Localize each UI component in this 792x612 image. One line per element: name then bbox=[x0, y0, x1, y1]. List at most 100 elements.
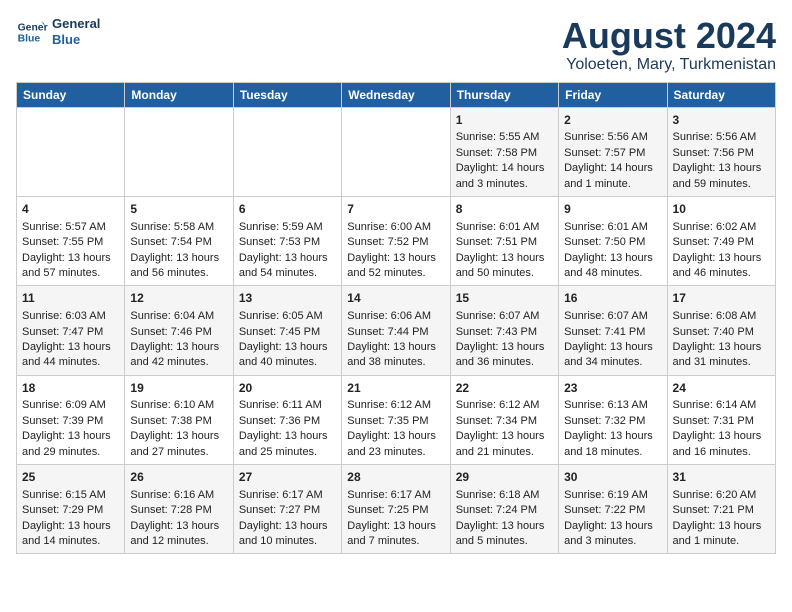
logo-text-line1: General bbox=[52, 16, 100, 32]
day-cell: 25Sunrise: 6:15 AMSunset: 7:29 PMDayligh… bbox=[17, 465, 125, 554]
day-info: Sunset: 7:50 PM bbox=[564, 235, 661, 250]
day-info: Sunset: 7:34 PM bbox=[456, 414, 553, 429]
day-info: Daylight: 13 hours bbox=[456, 519, 553, 534]
day-info: Daylight: 13 hours bbox=[130, 251, 227, 266]
day-info: Daylight: 13 hours bbox=[130, 519, 227, 534]
day-info: Sunrise: 6:13 AM bbox=[564, 398, 661, 413]
day-info: Sunrise: 6:00 AM bbox=[347, 220, 444, 235]
day-info: Daylight: 13 hours bbox=[22, 429, 119, 444]
week-row-0: 1Sunrise: 5:55 AMSunset: 7:58 PMDaylight… bbox=[17, 107, 776, 196]
day-cell: 27Sunrise: 6:17 AMSunset: 7:27 PMDayligh… bbox=[233, 465, 341, 554]
day-info: Daylight: 13 hours bbox=[673, 519, 770, 534]
day-info: and 56 minutes. bbox=[130, 266, 227, 281]
day-info: Sunset: 7:56 PM bbox=[673, 146, 770, 161]
day-number: 5 bbox=[130, 201, 227, 218]
day-info: Sunrise: 6:12 AM bbox=[347, 398, 444, 413]
day-info: Sunrise: 6:06 AM bbox=[347, 309, 444, 324]
day-cell: 22Sunrise: 6:12 AMSunset: 7:34 PMDayligh… bbox=[450, 375, 558, 464]
day-info: and 46 minutes. bbox=[673, 266, 770, 281]
day-info: Sunset: 7:49 PM bbox=[673, 235, 770, 250]
day-info: and 7 minutes. bbox=[347, 534, 444, 549]
day-info: Sunset: 7:43 PM bbox=[456, 325, 553, 340]
day-info: and 52 minutes. bbox=[347, 266, 444, 281]
day-info: and 1 minute. bbox=[564, 177, 661, 192]
day-number: 28 bbox=[347, 469, 444, 486]
day-number: 9 bbox=[564, 201, 661, 218]
day-cell: 10Sunrise: 6:02 AMSunset: 7:49 PMDayligh… bbox=[667, 196, 775, 285]
day-info: Daylight: 13 hours bbox=[456, 251, 553, 266]
day-info: Daylight: 13 hours bbox=[456, 429, 553, 444]
day-info: Sunset: 7:25 PM bbox=[347, 503, 444, 518]
col-header-sunday: Sunday bbox=[17, 82, 125, 107]
day-info: Sunset: 7:27 PM bbox=[239, 503, 336, 518]
day-info: and 1 minute. bbox=[673, 534, 770, 549]
day-info: Daylight: 13 hours bbox=[239, 340, 336, 355]
day-number: 23 bbox=[564, 380, 661, 397]
day-info: Daylight: 14 hours bbox=[456, 161, 553, 176]
day-info: Sunset: 7:32 PM bbox=[564, 414, 661, 429]
day-cell: 18Sunrise: 6:09 AMSunset: 7:39 PMDayligh… bbox=[17, 375, 125, 464]
day-info: and 54 minutes. bbox=[239, 266, 336, 281]
day-cell: 15Sunrise: 6:07 AMSunset: 7:43 PMDayligh… bbox=[450, 286, 558, 375]
day-info: Daylight: 13 hours bbox=[564, 251, 661, 266]
day-info: and 34 minutes. bbox=[564, 355, 661, 370]
day-number: 8 bbox=[456, 201, 553, 218]
day-info: and 44 minutes. bbox=[22, 355, 119, 370]
main-title: August 2024 bbox=[562, 16, 776, 56]
day-cell: 11Sunrise: 6:03 AMSunset: 7:47 PMDayligh… bbox=[17, 286, 125, 375]
day-info: and 38 minutes. bbox=[347, 355, 444, 370]
day-info: Sunrise: 6:03 AM bbox=[22, 309, 119, 324]
day-info: Daylight: 13 hours bbox=[347, 429, 444, 444]
col-header-tuesday: Tuesday bbox=[233, 82, 341, 107]
week-row-2: 11Sunrise: 6:03 AMSunset: 7:47 PMDayligh… bbox=[17, 286, 776, 375]
day-info: Sunset: 7:51 PM bbox=[456, 235, 553, 250]
day-info: Sunrise: 6:20 AM bbox=[673, 488, 770, 503]
day-info: Sunset: 7:54 PM bbox=[130, 235, 227, 250]
day-cell: 29Sunrise: 6:18 AMSunset: 7:24 PMDayligh… bbox=[450, 465, 558, 554]
week-row-1: 4Sunrise: 5:57 AMSunset: 7:55 PMDaylight… bbox=[17, 196, 776, 285]
day-info: Daylight: 13 hours bbox=[456, 340, 553, 355]
day-info: and 18 minutes. bbox=[564, 445, 661, 460]
day-number: 15 bbox=[456, 290, 553, 307]
day-cell: 23Sunrise: 6:13 AMSunset: 7:32 PMDayligh… bbox=[559, 375, 667, 464]
day-info: Sunrise: 6:11 AM bbox=[239, 398, 336, 413]
day-info: Sunrise: 6:02 AM bbox=[673, 220, 770, 235]
day-info: and 23 minutes. bbox=[347, 445, 444, 460]
day-number: 17 bbox=[673, 290, 770, 307]
day-info: Sunrise: 5:57 AM bbox=[22, 220, 119, 235]
day-cell: 26Sunrise: 6:16 AMSunset: 7:28 PMDayligh… bbox=[125, 465, 233, 554]
day-cell: 24Sunrise: 6:14 AMSunset: 7:31 PMDayligh… bbox=[667, 375, 775, 464]
day-info: Daylight: 13 hours bbox=[347, 519, 444, 534]
day-info: Sunset: 7:40 PM bbox=[673, 325, 770, 340]
day-info: Sunrise: 5:56 AM bbox=[564, 130, 661, 145]
day-info: Sunrise: 6:09 AM bbox=[22, 398, 119, 413]
logo: General Blue General Blue bbox=[16, 16, 100, 48]
day-info: Sunrise: 6:07 AM bbox=[564, 309, 661, 324]
calendar-header-row: SundayMondayTuesdayWednesdayThursdayFrid… bbox=[17, 82, 776, 107]
day-info: Daylight: 14 hours bbox=[564, 161, 661, 176]
day-number: 7 bbox=[347, 201, 444, 218]
calendar-table: SundayMondayTuesdayWednesdayThursdayFrid… bbox=[16, 82, 776, 555]
day-info: Sunrise: 6:19 AM bbox=[564, 488, 661, 503]
day-info: Sunset: 7:29 PM bbox=[22, 503, 119, 518]
day-number: 30 bbox=[564, 469, 661, 486]
day-cell bbox=[342, 107, 450, 196]
day-cell: 4Sunrise: 5:57 AMSunset: 7:55 PMDaylight… bbox=[17, 196, 125, 285]
day-cell: 31Sunrise: 6:20 AMSunset: 7:21 PMDayligh… bbox=[667, 465, 775, 554]
day-cell bbox=[17, 107, 125, 196]
day-cell: 16Sunrise: 6:07 AMSunset: 7:41 PMDayligh… bbox=[559, 286, 667, 375]
day-info: and 14 minutes. bbox=[22, 534, 119, 549]
day-cell: 30Sunrise: 6:19 AMSunset: 7:22 PMDayligh… bbox=[559, 465, 667, 554]
day-info: and 59 minutes. bbox=[673, 177, 770, 192]
day-number: 25 bbox=[22, 469, 119, 486]
col-header-monday: Monday bbox=[125, 82, 233, 107]
day-info: and 25 minutes. bbox=[239, 445, 336, 460]
day-cell: 12Sunrise: 6:04 AMSunset: 7:46 PMDayligh… bbox=[125, 286, 233, 375]
day-info: Sunset: 7:47 PM bbox=[22, 325, 119, 340]
day-info: and 50 minutes. bbox=[456, 266, 553, 281]
day-info: Sunrise: 6:01 AM bbox=[456, 220, 553, 235]
day-cell: 5Sunrise: 5:58 AMSunset: 7:54 PMDaylight… bbox=[125, 196, 233, 285]
day-info: Daylight: 13 hours bbox=[347, 251, 444, 266]
day-cell bbox=[125, 107, 233, 196]
day-info: and 48 minutes. bbox=[564, 266, 661, 281]
